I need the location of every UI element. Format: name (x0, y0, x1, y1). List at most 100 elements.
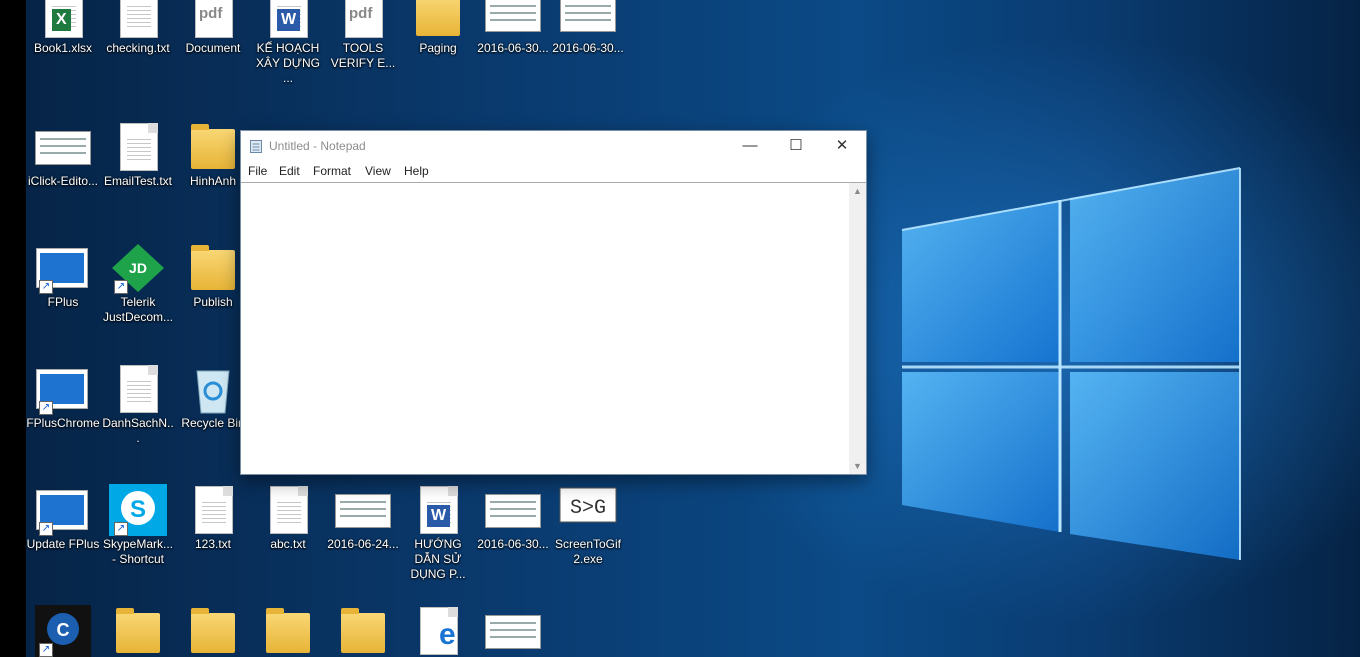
desktop-icon-label: checking.txt (106, 41, 170, 55)
desktop-icon[interactable]: Recycle Bin (176, 363, 250, 431)
scroll-up-arrow-icon[interactable]: ▲ (849, 186, 866, 196)
desktop-icon-label: Recycle Bin (181, 416, 245, 430)
desktop-icon[interactable]: 2016-06-30... (476, 0, 550, 56)
desktop-icon[interactable]: ↗ FPlus (26, 242, 100, 310)
desktop-icon-label: ScreenToGif 2.exe (554, 537, 622, 566)
desktop-icon-label: 123.txt (194, 537, 232, 551)
scroll-down-arrow-icon[interactable]: ▼ (849, 461, 866, 471)
desktop-icon[interactable]: DanhSachN... (101, 363, 175, 446)
folder-icon (258, 605, 318, 657)
desktop-icon[interactable]: TMTDEM... (176, 605, 250, 657)
text-file-icon (183, 484, 243, 536)
desktop-icon-label: iClick-Edito... (27, 174, 98, 188)
shortcut-arrow-icon: ↗ (39, 401, 53, 415)
desktop-icon[interactable]: Projects (101, 605, 175, 657)
desktop-icon[interactable]: 2016-06-30... (476, 605, 550, 657)
desktop-icon[interactable]: HinhAnh (176, 121, 250, 189)
desktop-icon[interactable]: checking.txt (101, 0, 175, 56)
desktop-icon[interactable]: W HƯỚNG DẪN SỬ DỤNG P... (401, 484, 475, 582)
desktop-icon[interactable]: bootstrap (326, 605, 400, 657)
desktop-icon[interactable]: G+ (251, 605, 325, 657)
image-thumbnail-icon (33, 121, 93, 173)
svg-text:C: C (57, 620, 70, 640)
close-button[interactable]: ✕ (819, 131, 865, 161)
minimize-button[interactable]: — (727, 131, 773, 161)
justdecompile-icon: JD ↗ (108, 242, 168, 294)
menu-help[interactable]: Help (404, 164, 429, 178)
folder-icon (333, 605, 393, 657)
text-editor-area[interactable] (241, 182, 849, 474)
desktop-icon-label: EmailTest.txt (103, 174, 172, 188)
app-window-icon: ↗ (33, 242, 93, 294)
desktop-icon[interactable]: S>G ScreenToGif 2.exe (551, 484, 625, 567)
desktop-icon[interactable]: pdf TOOLS VERIFY E... (326, 0, 400, 71)
recycle-bin-icon (183, 363, 243, 415)
notepad-window[interactable]: Untitled - Notepad — ☐ ✕ File Edit Forma… (240, 130, 867, 475)
menu-file[interactable]: File (248, 164, 267, 178)
desktop-icon-label: Document (185, 41, 241, 55)
excel-icon: X (33, 0, 93, 40)
folder-icon (183, 605, 243, 657)
folder-icon (183, 242, 243, 294)
desktop-icon-label: Paging (419, 41, 457, 55)
svg-text:S>G: S>G (570, 497, 606, 520)
desktop-icon-label: TOOLS VERIFY E... (330, 41, 396, 70)
desktop-icon[interactable]: W KẾ HOẠCH XÂY DỰNG ... (251, 0, 325, 86)
maximize-button[interactable]: ☐ (773, 131, 819, 161)
desktop-icon-label: 2016-06-24... (327, 537, 399, 551)
desktop-icon[interactable]: S ↗ SkypeMark... - Shortcut (101, 481, 175, 567)
desktop-icon[interactable]: ↗ FPlusChrome (26, 363, 100, 431)
desktop-icon[interactable]: eurl.htm (401, 605, 475, 657)
desktop-icon-label: DanhSachN... (102, 416, 174, 445)
menu-bar: File Edit Format View Help (241, 161, 866, 181)
screentogif-icon: S>G (558, 484, 618, 536)
desktop-icon[interactable]: 123.txt (176, 484, 250, 552)
app-window-icon: ↗ (33, 363, 93, 415)
desktop-icon[interactable]: EmailTest.txt (101, 121, 175, 189)
menu-edit[interactable]: Edit (279, 164, 300, 178)
image-thumbnail-icon (483, 484, 543, 536)
shortcut-arrow-icon: ↗ (39, 643, 53, 657)
desktop-icon[interactable]: Paging (401, 0, 475, 56)
folder-icon (183, 121, 243, 173)
desktop-icon-label: FPlusChrome (26, 416, 100, 430)
desktop-icon[interactable]: X Book1.xlsx (26, 0, 100, 56)
desktop-icon-label: 2016-06-30... (552, 41, 624, 55)
menu-view[interactable]: View (365, 164, 391, 178)
pdf-icon: pdf (333, 0, 393, 40)
desktop-icon-label: abc.txt (270, 537, 306, 551)
app-window-icon: ↗ (33, 484, 93, 536)
edge-html-icon: e (408, 605, 468, 657)
svg-text:JD: JD (129, 260, 147, 276)
desktop-icon[interactable]: 2016-06-24... (326, 484, 400, 552)
desktop-icon[interactable]: ↗ Update FPlus (26, 484, 100, 552)
desktop-icon[interactable]: abc.txt (251, 484, 325, 552)
menu-format[interactable]: Format (313, 164, 351, 178)
desktop-icon[interactable]: C↗Cheat Engine (26, 603, 100, 657)
vertical-scrollbar[interactable]: ▲ ▼ (849, 182, 866, 474)
desktop-icon-label: FPlus (47, 295, 79, 309)
desktop-icon-label: Telerik JustDecom... (102, 295, 174, 324)
image-thumbnail-icon (483, 0, 543, 40)
desktop-icon-label: 2016-06-30... (477, 41, 549, 55)
image-thumbnail-icon (483, 605, 543, 657)
desktop-icon[interactable]: 2016-06-30... (551, 0, 625, 56)
skype-icon: S ↗ (108, 481, 168, 539)
folder-icon (408, 0, 468, 40)
text-file-icon (108, 0, 168, 40)
cheat-engine-icon: C ↗ (33, 603, 93, 657)
image-thumbnail-icon (333, 484, 393, 536)
desktop-icon[interactable]: iClick-Edito... (26, 121, 100, 189)
text-file-icon (108, 121, 168, 173)
shortcut-arrow-icon: ↗ (39, 522, 53, 536)
desktop-icon-label: Update FPlus (26, 537, 100, 551)
shortcut-arrow-icon: ↗ (114, 522, 128, 536)
desktop-icon-label: SkypeMark... - Shortcut (102, 537, 174, 566)
desktop-icon[interactable]: JD ↗ Telerik JustDecom... (101, 242, 175, 325)
desktop-icon[interactable]: 2016-06-30... (476, 484, 550, 552)
pdf-icon: pdf (183, 0, 243, 40)
notepad-titlebar[interactable]: Untitled - Notepad — ☐ ✕ (241, 131, 866, 161)
image-thumbnail-icon (558, 0, 618, 40)
desktop-icon[interactable]: Publish (176, 242, 250, 310)
desktop-icon[interactable]: pdf Document (176, 0, 250, 56)
